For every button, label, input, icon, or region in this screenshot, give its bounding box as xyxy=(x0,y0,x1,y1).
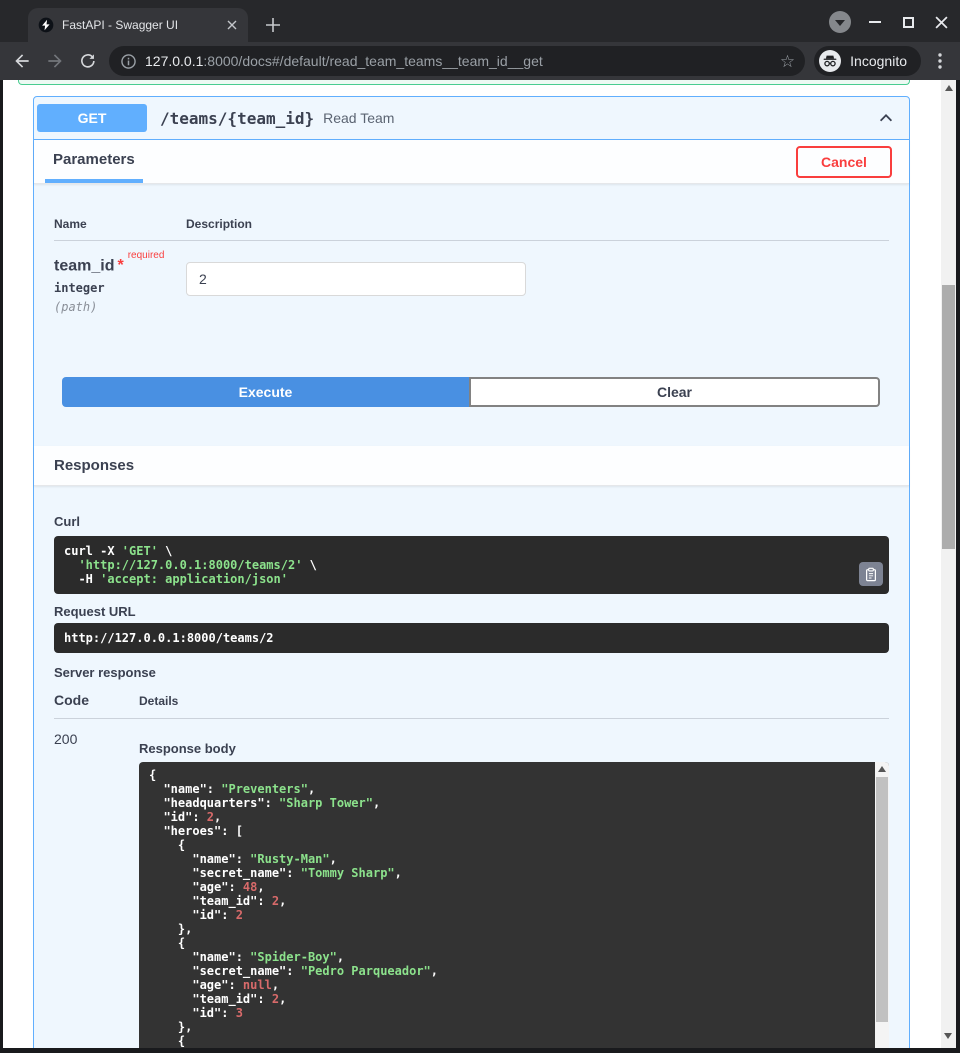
response-body-label: Response body xyxy=(139,741,889,756)
reload-icon[interactable] xyxy=(76,49,100,73)
method-badge: GET xyxy=(37,104,147,132)
parameters-tab[interactable]: Parameters xyxy=(45,140,143,183)
response-body: { "name": "Preventers", "headquarters": … xyxy=(139,762,889,1053)
scroll-up-icon[interactable] xyxy=(878,766,886,772)
execute-button[interactable]: Execute xyxy=(62,377,469,407)
required-label: required xyxy=(128,250,165,261)
tab-title: FastAPI - Swagger UI xyxy=(62,18,224,32)
parameters-body: Name Description team_id*required intege… xyxy=(34,217,909,446)
endpoint-summary: Read Team xyxy=(323,110,394,126)
column-description: Description xyxy=(186,217,252,231)
fastapi-favicon-icon xyxy=(38,17,54,33)
responses-body: Curl curl -X 'GET' \ 'http://127.0.0.1:8… xyxy=(34,486,909,1053)
required-asterisk: * xyxy=(117,257,123,274)
response-body-scrollbar[interactable] xyxy=(875,762,889,1053)
forward-icon[interactable] xyxy=(43,49,67,73)
site-info-icon[interactable] xyxy=(121,54,136,69)
page-scrollbar-thumb[interactable] xyxy=(942,285,955,549)
response-table-header: Code Details xyxy=(54,692,889,719)
status-code: 200 xyxy=(54,731,139,1053)
browser-tab[interactable]: FastAPI - Swagger UI xyxy=(28,8,248,42)
browser-menu-icon[interactable] xyxy=(930,49,950,73)
endpoint-path: /teams/{team_id} xyxy=(160,109,314,128)
responses-header: Responses xyxy=(34,446,909,486)
server-response-label: Server response xyxy=(54,665,889,680)
bookmark-star-icon[interactable]: ☆ xyxy=(780,53,795,70)
previous-endpoint-block-edge xyxy=(18,80,910,85)
collapse-chevron-icon[interactable] xyxy=(877,109,895,127)
incognito-icon xyxy=(818,49,842,73)
parameter-name: team_id*required xyxy=(54,256,186,275)
parameters-table-header: Name Description xyxy=(54,217,889,241)
new-tab-button[interactable] xyxy=(262,14,284,36)
response-scrollbar-thumb[interactable] xyxy=(876,777,888,1022)
opblock-get-team: GET /teams/{team_id} Read Team Parameter… xyxy=(33,96,910,1053)
close-window-button[interactable] xyxy=(932,13,950,31)
curl-label: Curl xyxy=(54,514,889,529)
parameter-row: team_id*required integer (path) xyxy=(54,241,889,314)
curl-command: curl -X 'GET' \ 'http://127.0.0.1:8000/t… xyxy=(54,536,889,594)
request-url-label: Request URL xyxy=(54,604,889,619)
column-name: Name xyxy=(54,217,186,231)
parameter-location: (path) xyxy=(54,300,186,314)
maximize-button[interactable] xyxy=(899,13,917,31)
url-text[interactable]: 127.0.0.1:8000/docs#/default/read_team_t… xyxy=(145,53,771,69)
response-row: 200 Response body { "name": "Preventers"… xyxy=(54,731,889,1053)
scroll-up-icon[interactable] xyxy=(945,85,953,91)
column-details: Details xyxy=(139,694,178,708)
browser-toolbar: 127.0.0.1:8000/docs#/default/read_team_t… xyxy=(0,42,960,80)
cancel-button[interactable]: Cancel xyxy=(796,146,892,178)
column-code: Code xyxy=(54,692,139,708)
request-url-value: http://127.0.0.1:8000/teams/2 xyxy=(54,623,889,653)
parameters-header: Parameters Cancel xyxy=(34,140,909,184)
clear-button[interactable]: Clear xyxy=(469,377,880,407)
copy-to-clipboard-button[interactable] xyxy=(859,562,883,586)
page-content: GET /teams/{team_id} Read Team Parameter… xyxy=(0,80,960,1053)
team-id-input[interactable] xyxy=(186,262,526,296)
execute-row: Execute Clear xyxy=(54,377,889,407)
parameter-type: integer xyxy=(54,281,186,295)
address-bar[interactable]: 127.0.0.1:8000/docs#/default/read_team_t… xyxy=(109,46,805,76)
tab-strip: FastAPI - Swagger UI xyxy=(0,0,960,42)
parameter-meta: team_id*required integer (path) xyxy=(54,256,186,314)
window-menu-button[interactable] xyxy=(829,11,851,33)
incognito-badge: Incognito xyxy=(814,46,921,76)
back-icon[interactable] xyxy=(10,49,34,73)
opblock-summary[interactable]: GET /teams/{team_id} Read Team xyxy=(34,97,909,140)
incognito-label: Incognito xyxy=(850,53,907,69)
minimize-button[interactable] xyxy=(866,13,884,31)
window-controls xyxy=(829,10,950,34)
scroll-down-icon[interactable] xyxy=(944,1033,952,1039)
responses-title: Responses xyxy=(54,457,134,474)
page-scrollbar[interactable] xyxy=(941,80,956,1048)
tab-close-icon[interactable] xyxy=(224,17,240,33)
browser-window: FastAPI - Swagger UI xyxy=(0,0,960,1053)
